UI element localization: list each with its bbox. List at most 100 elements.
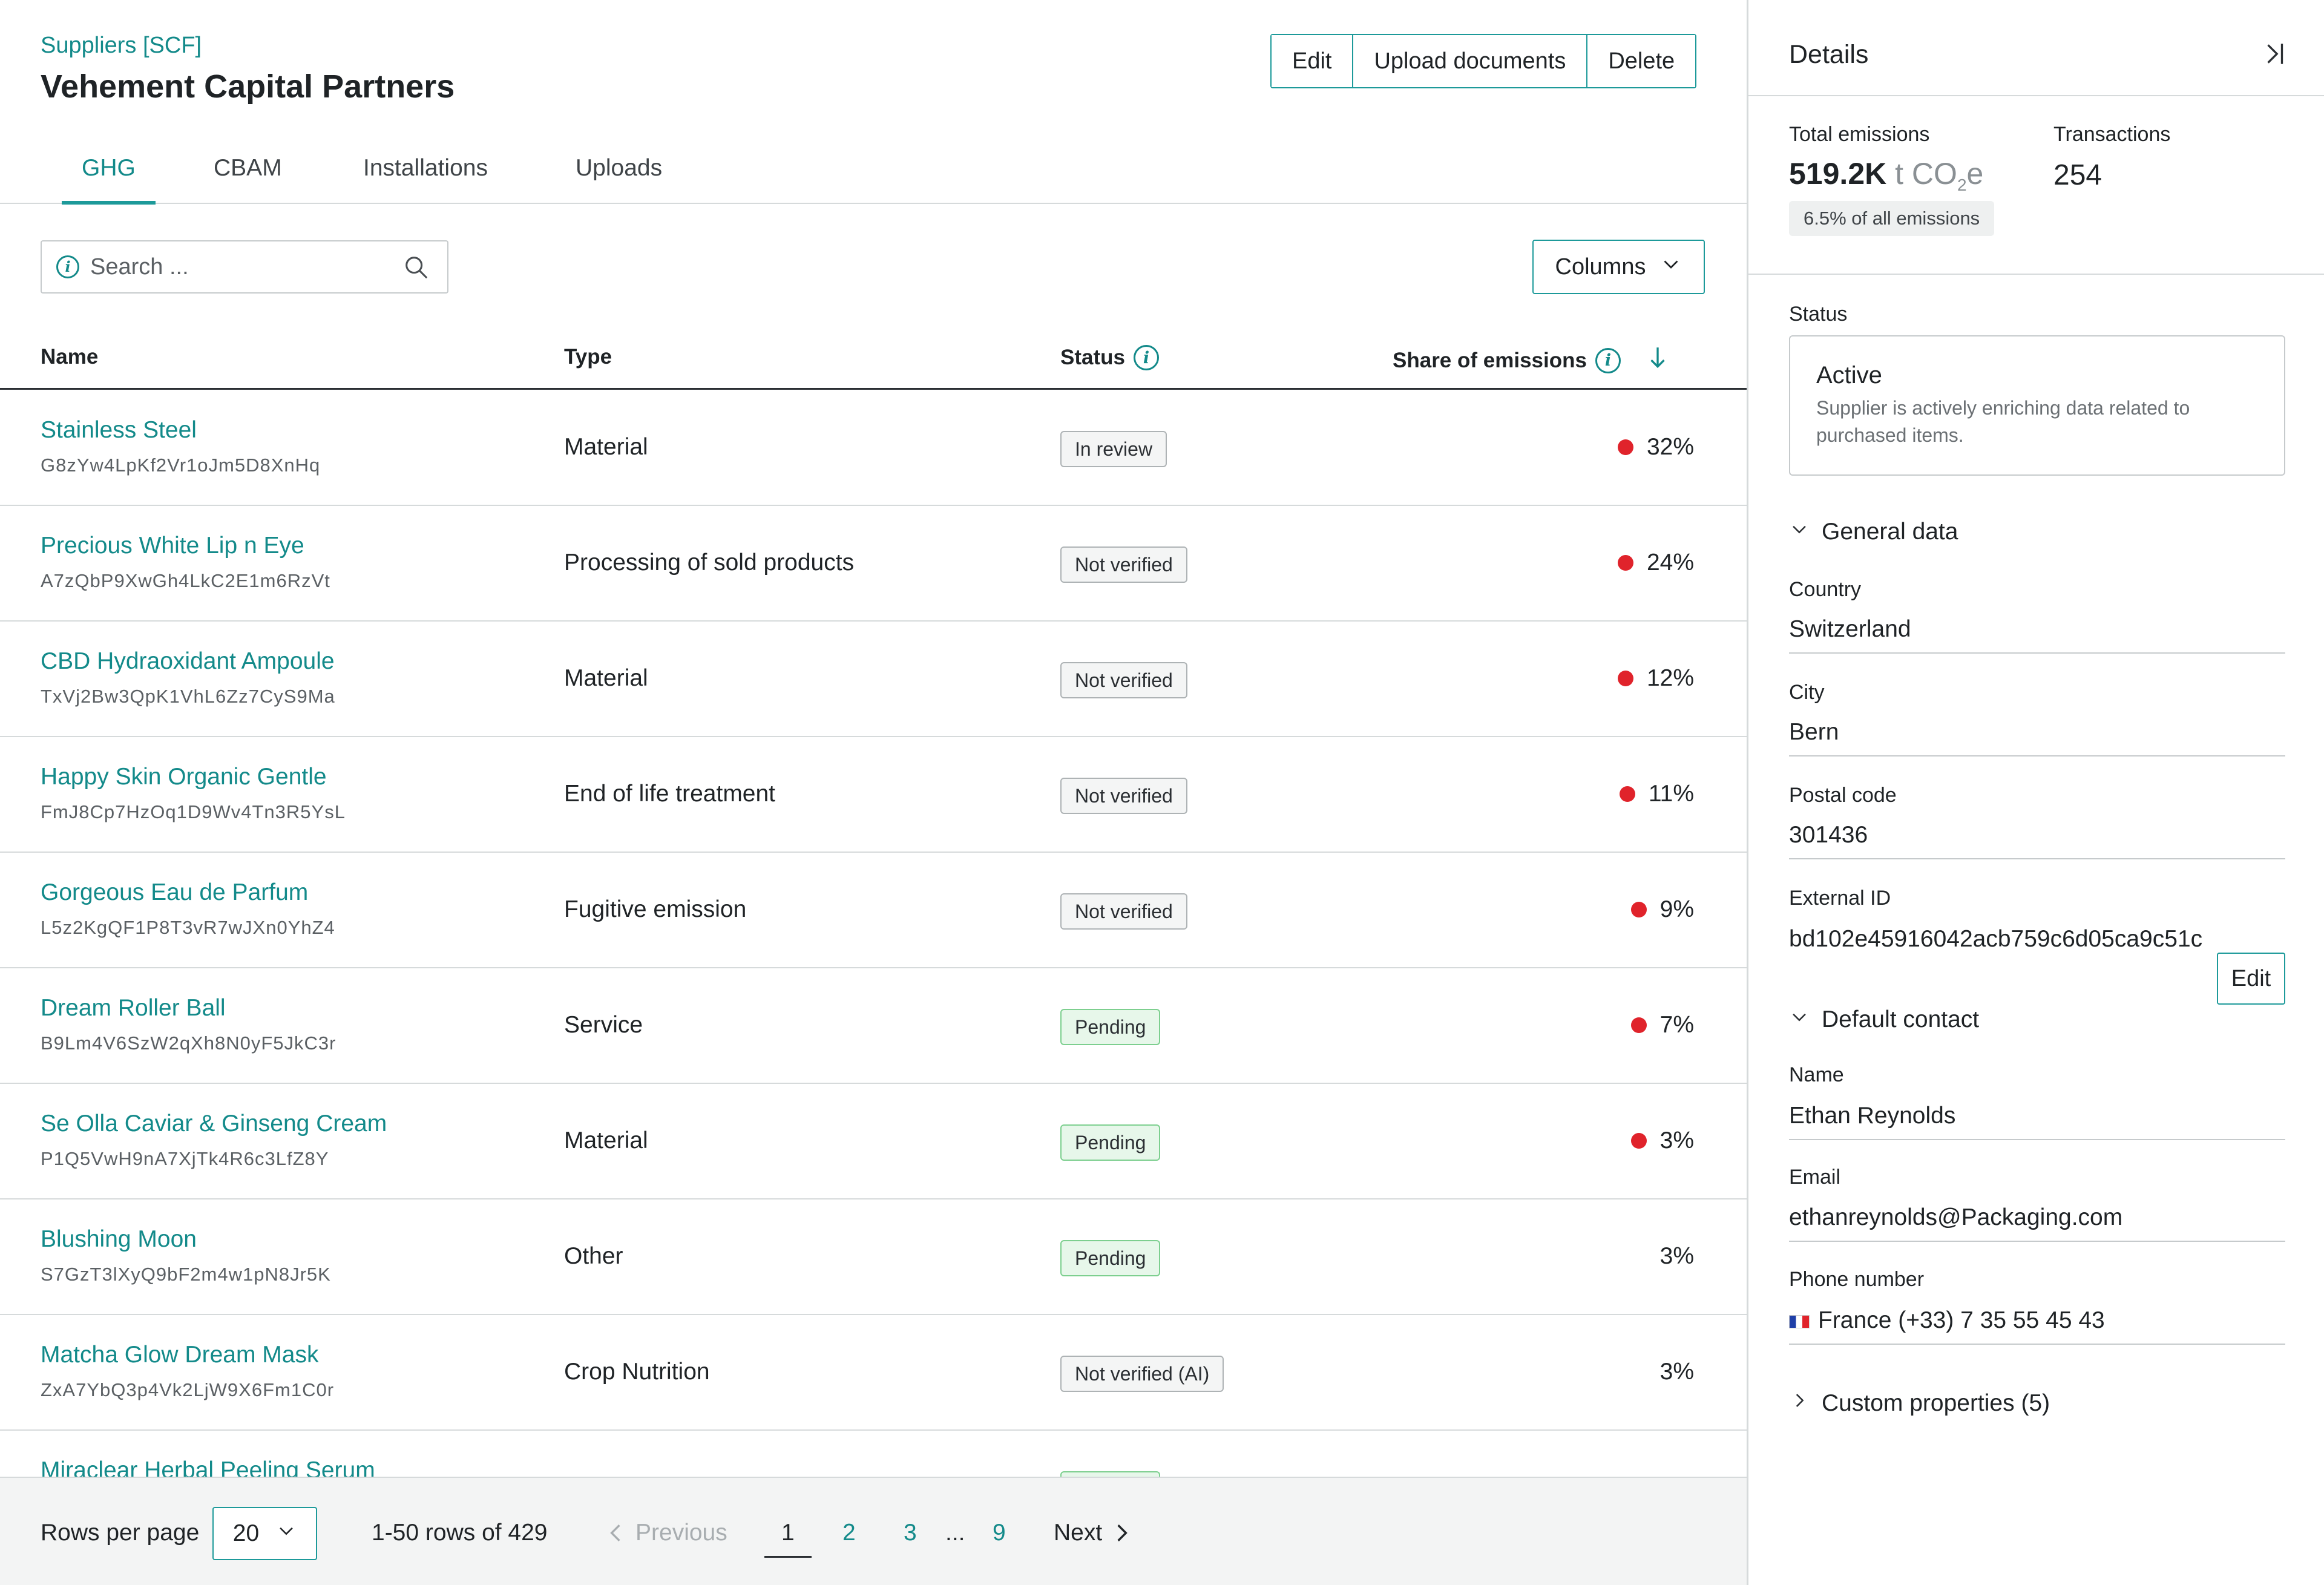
supplier-code: S7GzT3lXyQ9bF2m4w1pN8Jr5K bbox=[41, 1264, 331, 1285]
red-dot-icon bbox=[1617, 671, 1633, 686]
share-cell: 3% bbox=[1660, 1359, 1694, 1385]
red-dot-icon bbox=[1617, 555, 1633, 571]
tab-uploads[interactable]: Uploads bbox=[576, 155, 662, 204]
share-value: 3% bbox=[1659, 1359, 1694, 1385]
chevron-right-icon bbox=[1789, 1390, 1810, 1417]
edit-contact-button[interactable]: Edit bbox=[2217, 953, 2285, 1005]
france-flag-icon bbox=[1789, 1314, 1810, 1328]
supplier-code: P1Q5VwH9nA7XjTk4R6c3LfZ8Y bbox=[41, 1148, 329, 1169]
share-value: 11% bbox=[1648, 781, 1694, 807]
search-icon[interactable] bbox=[402, 254, 430, 284]
collapse-panel-icon[interactable] bbox=[2261, 39, 2288, 72]
divider bbox=[1748, 274, 2324, 275]
column-header-share[interactable]: Share of emissions i bbox=[1393, 345, 1668, 376]
supplier-name-link[interactable]: CBD Hydraoxidant Ampoule bbox=[41, 648, 335, 675]
share-cell: 12% bbox=[1617, 665, 1694, 692]
action-button-group: Edit Upload documents Delete bbox=[1270, 34, 1697, 88]
transactions-value: 254 bbox=[2053, 159, 2102, 191]
share-cell: 9% bbox=[1630, 896, 1694, 923]
supplier-code: A7zQbP9XwGh4LkC2E1m6RzVt bbox=[41, 570, 330, 591]
supplier-type: Material bbox=[564, 1127, 648, 1153]
columns-button[interactable]: Columns bbox=[1532, 240, 1705, 294]
previous-page-button[interactable]: Previous bbox=[608, 1520, 727, 1546]
supplier-name-link[interactable]: Precious White Lip n Eye bbox=[41, 533, 304, 559]
share-cell: 3% bbox=[1630, 1127, 1694, 1154]
unit-subscript: 2 bbox=[1957, 176, 1967, 194]
supplier-name-link[interactable]: Gorgeous Eau de Parfum bbox=[41, 879, 308, 906]
table-row[interactable]: Happy Skin Organic Gentle FmJ8Cp7HzOq1D9W… bbox=[0, 737, 1747, 853]
total-emissions-number: 519.2K bbox=[1789, 157, 1887, 191]
info-icon: i bbox=[56, 255, 79, 278]
breadcrumb[interactable]: Suppliers [SCF] bbox=[41, 33, 202, 59]
supplier-name-link[interactable]: Happy Skin Organic Gentle bbox=[41, 764, 327, 790]
status-badge: In review bbox=[1060, 431, 1167, 467]
supplier-name-link[interactable]: Se Olla Caviar & Ginseng Cream bbox=[41, 1111, 387, 1137]
next-page-label: Next bbox=[1054, 1520, 1103, 1546]
chevron-down-icon bbox=[1789, 519, 1810, 545]
share-cell: 3% bbox=[1660, 1243, 1694, 1270]
page-3[interactable]: 3 bbox=[904, 1520, 917, 1546]
table-row[interactable]: Matcha Glow Dream Mask ZxA7YbQ3p4Vk2LjW9X… bbox=[0, 1315, 1747, 1431]
supplier-code: L5z2KgQF1P8T3vR7wJXn0YhZ4 bbox=[41, 917, 335, 938]
country-label: Country bbox=[1789, 578, 1862, 601]
unit-tail: e bbox=[1966, 157, 1984, 191]
red-dot-icon bbox=[1630, 902, 1647, 917]
delete-button[interactable]: Delete bbox=[1586, 35, 1696, 87]
default-contact-toggle[interactable]: Default contact bbox=[1789, 1006, 1979, 1033]
tab-bar: GHG CBAM Installations Uploads bbox=[0, 142, 1747, 205]
supplier-name-link[interactable]: Matcha Glow Dream Mask bbox=[41, 1342, 318, 1368]
contact-phone-value: France (+33) 7 35 55 45 43 bbox=[1818, 1307, 2105, 1333]
supplier-name-link[interactable]: Stainless Steel bbox=[41, 417, 197, 444]
status-label: Status bbox=[1789, 303, 1848, 326]
share-value: 12% bbox=[1646, 665, 1694, 691]
supplier-code: G8zYw4LpKf2Vr1oJm5D8XnHq bbox=[41, 454, 321, 476]
search-input[interactable] bbox=[90, 254, 381, 280]
page-title: Vehement Capital Partners bbox=[41, 68, 455, 105]
share-cell: 24% bbox=[1617, 550, 1694, 576]
general-data-label: General data bbox=[1822, 519, 1958, 545]
table-row[interactable]: Gorgeous Eau de Parfum L5z2KgQF1P8T3vR7wJ… bbox=[0, 853, 1747, 968]
contact-email-value: ethanreynolds@Packaging.com bbox=[1789, 1204, 2285, 1242]
supplier-name-link[interactable]: Blushing Moon bbox=[41, 1226, 197, 1253]
rows-per-page-value: 20 bbox=[232, 1520, 260, 1546]
tab-installations[interactable]: Installations bbox=[363, 155, 488, 204]
contact-name-value: Ethan Reynolds bbox=[1789, 1103, 2285, 1140]
column-header-type[interactable]: Type bbox=[564, 345, 612, 369]
upload-documents-button[interactable]: Upload documents bbox=[1352, 35, 1587, 87]
sort-descending-icon[interactable] bbox=[1647, 345, 1668, 376]
table-row[interactable]: Blushing Moon S7GzT3lXyQ9bF2m4w1pN8Jr5K Ot… bbox=[0, 1199, 1747, 1315]
table-row[interactable]: Se Olla Caviar & Ginseng Cream P1Q5VwH9nA… bbox=[0, 1084, 1747, 1199]
page-9[interactable]: 9 bbox=[993, 1520, 1006, 1546]
next-page-button[interactable]: Next bbox=[1054, 1520, 1130, 1546]
custom-properties-toggle[interactable]: Custom properties (5) bbox=[1789, 1390, 2050, 1417]
page-1[interactable]: 1 bbox=[764, 1520, 812, 1558]
tab-ghg[interactable]: GHG bbox=[62, 155, 156, 205]
share-value: 3% bbox=[1659, 1243, 1694, 1269]
page-2[interactable]: 2 bbox=[842, 1520, 856, 1546]
supplier-code: FmJ8Cp7HzOq1D9Wv4Tn3R5YsL bbox=[41, 801, 346, 822]
supplier-type: Other bbox=[564, 1243, 623, 1269]
general-data-toggle[interactable]: General data bbox=[1789, 519, 1958, 545]
status-badge: Pending bbox=[1060, 1240, 1161, 1276]
column-header-name[interactable]: Name bbox=[41, 345, 98, 369]
share-info-icon[interactable]: i bbox=[1595, 347, 1621, 373]
column-header-status[interactable]: Status i bbox=[1060, 345, 1159, 370]
tab-cbam[interactable]: CBAM bbox=[214, 155, 282, 204]
status-info-icon[interactable]: i bbox=[1133, 345, 1159, 370]
supplier-name-link[interactable]: Dream Roller Ball bbox=[41, 995, 226, 1022]
supplier-code: TxVj2Bw3QpK1VhL6Zz7CyS9Ma bbox=[41, 686, 335, 707]
supplier-type: Material bbox=[564, 665, 648, 691]
table-row[interactable]: CBD Hydraoxidant Ampoule TxVj2Bw3QpK1VhL6… bbox=[0, 622, 1747, 737]
status-badge: Pending bbox=[1060, 1124, 1161, 1161]
share-value: 32% bbox=[1646, 434, 1694, 460]
table-row[interactable]: Precious White Lip n Eye A7zQbP9XwGh4LkC2… bbox=[0, 506, 1747, 622]
edit-button[interactable]: Edit bbox=[1272, 35, 1353, 87]
contact-name-label: Name bbox=[1789, 1063, 1844, 1086]
status-badge: Not verified bbox=[1060, 662, 1187, 698]
rows-per-page-select[interactable]: 20 bbox=[212, 1507, 317, 1560]
main-content: Suppliers [SCF] Vehement Capital Partner… bbox=[0, 0, 1747, 1585]
table-row[interactable]: Stainless Steel G8zYw4LpKf2Vr1oJm5D8XnHq M… bbox=[0, 390, 1747, 506]
page-ellipsis: ... bbox=[945, 1520, 965, 1546]
table-row[interactable]: Dream Roller Ball B9Lm4V6SzW2qXh8N0yF5JkC… bbox=[0, 968, 1747, 1084]
chevron-down-icon bbox=[276, 1520, 297, 1547]
